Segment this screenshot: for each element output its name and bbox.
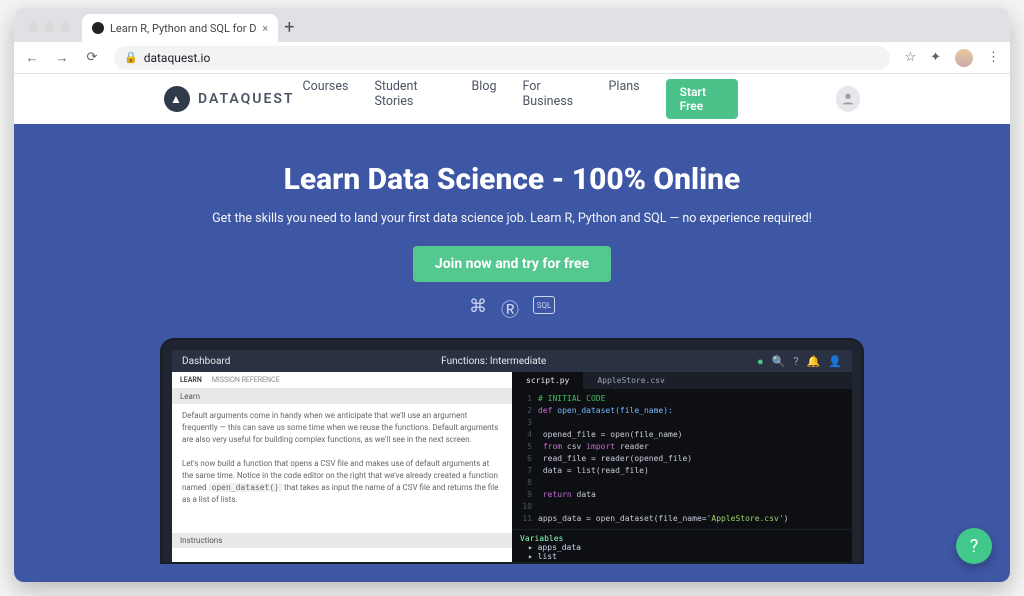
close-tab-icon[interactable]: × xyxy=(262,22,268,35)
lesson-pane: LEARN MISSION REFERENCE Learn Default ar… xyxy=(172,372,512,562)
brand-logo[interactable]: ▲ DATAQUEST xyxy=(164,86,295,112)
profile-avatar-icon[interactable] xyxy=(955,49,973,67)
code-pane: script.py AppleStore.csv 1# INITIAL CODE… xyxy=(512,372,852,562)
python-icon: ⌘ xyxy=(469,296,487,322)
tab-strip: Learn R, Python and SQL for D × + xyxy=(14,8,1010,42)
back-icon[interactable]: ← xyxy=(24,50,40,66)
hero-subtitle: Get the skills you need to land your fir… xyxy=(212,211,812,226)
tab-script[interactable]: script.py xyxy=(512,372,583,389)
variables-panel: Variables ▸ apps_data ▸ list xyxy=(512,529,852,565)
new-tab-button[interactable]: + xyxy=(284,17,294,42)
search-icon[interactable]: 🔍 xyxy=(772,355,786,368)
site-header: ▲ DATAQUEST Courses Student Stories Blog… xyxy=(14,74,1010,124)
help-fab-button[interactable]: ? xyxy=(956,528,992,564)
forward-icon[interactable]: → xyxy=(54,50,70,66)
browser-window: Learn R, Python and SQL for D × + ← → ⟳ … xyxy=(14,8,1010,582)
extensions-icon[interactable]: ✦ xyxy=(930,50,941,65)
var-list[interactable]: list xyxy=(538,552,557,561)
tab-datafile[interactable]: AppleStore.csv xyxy=(583,372,678,389)
bell-icon[interactable]: 🔔 xyxy=(807,355,821,368)
hero-section: Learn Data Science - 100% Online Get the… xyxy=(14,124,1010,582)
language-icons: ⌘ Ⓡ SQL xyxy=(469,296,555,322)
code-editor[interactable]: 1# INITIAL CODE 2def open_dataset(file_n… xyxy=(512,389,852,529)
app-top-bar: Dashboard Functions: Intermediate ● 🔍 ? … xyxy=(172,350,852,372)
lesson-para-1: Default arguments come in handy when we … xyxy=(182,410,502,446)
variables-header: Variables xyxy=(520,534,844,543)
star-icon[interactable]: ☆ xyxy=(904,50,916,65)
nav-plans[interactable]: Plans xyxy=(609,79,640,119)
rocket-icon: ▲ xyxy=(164,86,190,112)
nav-student-stories[interactable]: Student Stories xyxy=(374,79,445,119)
nav-courses[interactable]: Courses xyxy=(303,79,349,119)
nav-for-business[interactable]: For Business xyxy=(523,79,583,119)
nav-blog[interactable]: Blog xyxy=(472,79,497,119)
learn-heading: Learn xyxy=(172,389,512,404)
instructions-heading: Instructions xyxy=(172,533,512,548)
inline-code: open_dataset() xyxy=(209,483,282,492)
hero-title: Learn Data Science - 100% Online xyxy=(284,162,741,197)
zoom-dot[interactable] xyxy=(60,22,70,32)
brand-text: DATAQUEST xyxy=(198,91,295,107)
tab-title: Learn R, Python and SQL for D xyxy=(110,22,256,35)
url-text: dataquest.io xyxy=(144,51,211,65)
favicon-icon xyxy=(92,22,104,34)
start-free-button[interactable]: Start Free xyxy=(666,79,738,119)
close-dot[interactable] xyxy=(28,22,38,32)
product-screenshot: Dashboard Functions: Intermediate ● 🔍 ? … xyxy=(162,340,862,562)
kebab-menu-icon[interactable]: ⋮ xyxy=(987,50,1000,65)
user-icon[interactable]: 👤 xyxy=(828,355,842,368)
breadcrumb-dashboard[interactable]: Dashboard xyxy=(182,356,230,367)
r-icon: Ⓡ xyxy=(501,296,519,322)
account-icon[interactable] xyxy=(836,86,860,112)
window-controls xyxy=(22,22,76,42)
address-bar[interactable]: 🔒 dataquest.io xyxy=(114,46,890,70)
lesson-para-2: Let's now build a function that opens a … xyxy=(182,458,502,506)
minimize-dot[interactable] xyxy=(44,22,54,32)
reload-icon[interactable]: ⟳ xyxy=(84,50,100,65)
var-apps-data[interactable]: apps_data xyxy=(538,543,581,552)
status-dot-icon: ● xyxy=(757,355,764,368)
sql-icon: SQL xyxy=(533,296,555,314)
tab-mission-reference[interactable]: MISSION REFERENCE xyxy=(212,376,280,384)
primary-nav: Courses Student Stories Blog For Busines… xyxy=(303,79,738,119)
tab-learn[interactable]: LEARN xyxy=(180,376,202,384)
lesson-text: Default arguments come in handy when we … xyxy=(172,404,512,533)
help-icon[interactable]: ? xyxy=(793,355,798,368)
toolbar: ← → ⟳ 🔒 dataquest.io ☆ ✦ ⋮ xyxy=(14,42,1010,74)
lesson-title: Functions: Intermediate xyxy=(230,356,757,367)
join-free-button[interactable]: Join now and try for free xyxy=(413,246,611,282)
lock-icon: 🔒 xyxy=(124,51,138,64)
browser-tab[interactable]: Learn R, Python and SQL for D × xyxy=(82,14,278,42)
